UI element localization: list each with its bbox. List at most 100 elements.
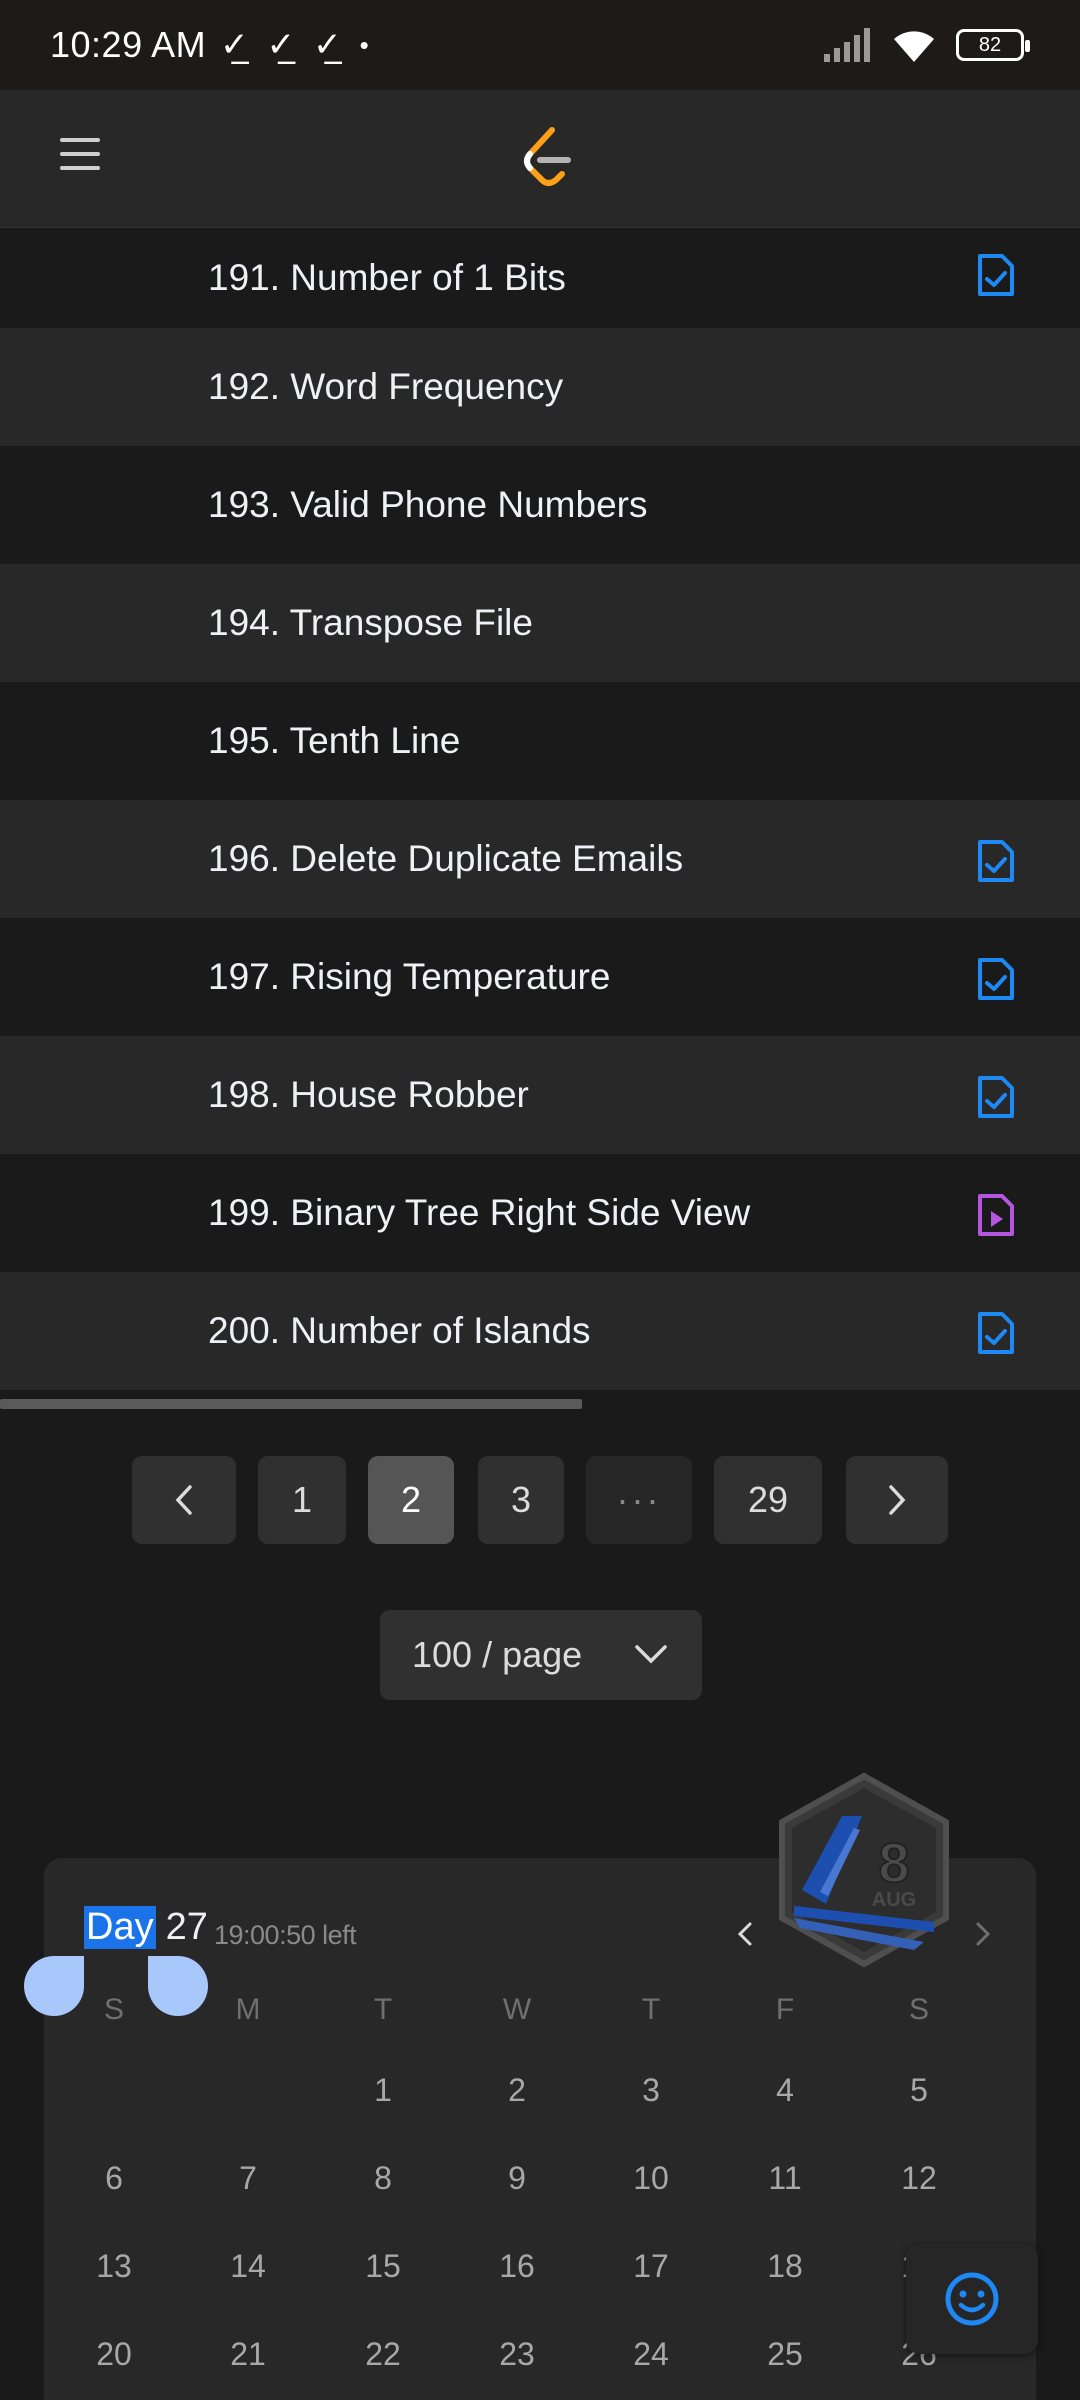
page-size-value: 100 / page <box>412 1634 583 1675</box>
problem-row[interactable]: 197. Rising Temperature <box>0 918 1080 1036</box>
time-left: 19:00:50 left <box>214 1920 357 1950</box>
calendar-day[interactable]: 24 <box>611 2336 691 2373</box>
problem-row[interactable]: 198. House Robber <box>0 1036 1080 1154</box>
problem-row[interactable]: 192. Word Frequency <box>0 328 1080 446</box>
calendar-day[interactable]: 22 <box>343 2336 423 2373</box>
calendar-day[interactable]: 14 <box>208 2248 288 2285</box>
page-size-select[interactable]: 100 / page <box>380 1610 702 1700</box>
weekday-label: S <box>103 1993 124 2026</box>
calendar-day[interactable]: 15 <box>343 2248 423 2285</box>
calendar-day[interactable]: 5 <box>879 2072 959 2109</box>
problem-title[interactable]: 195. Tenth Line <box>208 720 460 762</box>
horizontal-scrollbar[interactable] <box>0 1399 582 1409</box>
problem-title[interactable]: 198. House Robber <box>208 1074 529 1116</box>
calendar-day[interactable]: 10 <box>611 2160 691 2197</box>
signal-icon <box>824 28 870 62</box>
chevron-right-icon <box>889 1485 906 1515</box>
status-time: 10:29 AM <box>50 24 207 65</box>
calendar-day[interactable]: 11 <box>745 2160 825 2197</box>
check-icon: ✓̲ <box>220 26 249 64</box>
problem-title[interactable]: 191. Number of 1 Bits <box>208 257 566 299</box>
calendar-day[interactable]: 21 <box>208 2336 288 2373</box>
check-icon: ✓̲ <box>266 26 296 64</box>
feedback-button[interactable] <box>906 2244 1038 2354</box>
battery-level: 82 <box>978 33 1002 56</box>
problem-row[interactable]: 196. Delete Duplicate Emails <box>0 800 1080 918</box>
selection-handle-right[interactable] <box>148 1956 208 2016</box>
calendar-day[interactable]: 6 <box>74 2160 154 2197</box>
calendar-day[interactable]: 7 <box>208 2160 288 2197</box>
hamburger-menu-icon[interactable] <box>60 138 100 178</box>
weekday-label: T <box>373 1993 393 2026</box>
calendar-day[interactable]: 20 <box>74 2336 154 2373</box>
page-ellipsis[interactable]: ··· <box>586 1456 692 1544</box>
notification-icons: ✓̲ ✓̲ ✓̲ <box>220 25 342 65</box>
weekday-label: S <box>908 1993 929 2026</box>
problem-row[interactable]: 200. Number of Islands <box>0 1272 1080 1390</box>
calendar-day[interactable]: 17 <box>611 2248 691 2285</box>
battery-icon: 82 <box>956 29 1030 61</box>
solved-check-icon <box>978 254 1014 296</box>
problem-title[interactable]: 197. Rising Temperature <box>208 956 610 998</box>
problem-row[interactable]: 199. Binary Tree Right Side View <box>0 1154 1080 1272</box>
problem-title[interactable]: 194. Transpose File <box>208 602 533 644</box>
monthly-badge[interactable]: 8 AUG <box>774 1772 954 1968</box>
calendar-day[interactable]: 4 <box>745 2072 825 2109</box>
selection-handle-left[interactable] <box>24 1956 84 2016</box>
calendar-day[interactable]: 18 <box>745 2248 825 2285</box>
calendar-day[interactable]: 1 <box>343 2072 423 2109</box>
problem-title[interactable]: 199. Binary Tree Right Side View <box>208 1192 750 1234</box>
calendar-day[interactable]: 8 <box>343 2160 423 2197</box>
chevron-down-icon <box>635 1645 667 1664</box>
problem-title[interactable]: 193. Valid Phone Numbers <box>208 484 647 526</box>
pagination: 1 2 3 ··· 29 <box>0 1456 1080 1544</box>
badge-month: AUG <box>872 1889 916 1911</box>
calendar-day-label: Day 27 <box>84 1906 208 1949</box>
badge-day: 8 <box>878 1831 909 1894</box>
notification-dot-icon: • <box>359 29 369 60</box>
calendar-day[interactable]: 12 <box>879 2160 959 2197</box>
calendar-day[interactable]: 13 <box>74 2248 154 2285</box>
problem-title[interactable]: 196. Delete Duplicate Emails <box>208 838 683 880</box>
page-button-1[interactable]: 1 <box>258 1456 346 1544</box>
calendar-prev-month-icon[interactable] <box>728 1914 764 1954</box>
problem-row[interactable]: 195. Tenth Line <box>0 682 1080 800</box>
smiley-face-icon <box>945 2272 999 2326</box>
check-icon: ✓̲ <box>313 26 342 64</box>
wifi-icon <box>894 31 934 62</box>
calendar-day[interactable]: 16 <box>477 2248 557 2285</box>
daily-challenge-calendar: Day 27 19:00:50 left 8 AUG S M T W T F S… <box>24 1772 1036 2400</box>
solved-check-icon <box>978 958 1014 1000</box>
app-header <box>0 90 1080 228</box>
problem-row[interactable]: 191. Number of 1 Bits <box>0 228 1080 328</box>
page-button-3[interactable]: 3 <box>478 1456 564 1544</box>
day-number: 27 <box>165 1906 208 1948</box>
problem-list: 191. Number of 1 Bits 192. Word Frequenc… <box>0 228 1080 1390</box>
weekday-label: W <box>502 1993 532 2026</box>
problem-row[interactable]: 194. Transpose File <box>0 564 1080 682</box>
problem-title[interactable]: 200. Number of Islands <box>208 1310 591 1352</box>
weekday-label: M <box>235 1993 261 2026</box>
problem-row[interactable]: 193. Valid Phone Numbers <box>0 446 1080 564</box>
calendar-day[interactable]: 25 <box>745 2336 825 2373</box>
calendar-next-month-icon[interactable] <box>964 1914 1000 1954</box>
calendar-day[interactable]: 2 <box>477 2072 557 2109</box>
weekday-label: F <box>775 1993 795 2026</box>
solved-check-icon <box>978 1312 1014 1354</box>
chevron-left-icon <box>175 1485 192 1515</box>
next-page-button[interactable] <box>846 1456 948 1544</box>
solved-check-icon <box>978 840 1014 882</box>
calendar-day[interactable]: 9 <box>477 2160 557 2197</box>
weekday-label: T <box>641 1993 661 2026</box>
page-button-2[interactable]: 2 <box>368 1456 454 1544</box>
video-solution-icon[interactable] <box>976 1192 1016 1238</box>
calendar-day[interactable]: 3 <box>611 2072 691 2109</box>
prev-page-button[interactable] <box>132 1456 236 1544</box>
status-bar: 10:29 AM ✓̲ ✓̲ ✓̲ • 82 <box>0 0 1080 90</box>
page-button-29[interactable]: 29 <box>714 1456 822 1544</box>
selected-day-text[interactable]: Day <box>84 1906 156 1949</box>
leetcode-logo[interactable] <box>518 126 574 192</box>
calendar-day[interactable]: 23 <box>477 2336 557 2373</box>
solved-check-icon <box>978 1076 1014 1118</box>
problem-title[interactable]: 192. Word Frequency <box>208 366 563 408</box>
